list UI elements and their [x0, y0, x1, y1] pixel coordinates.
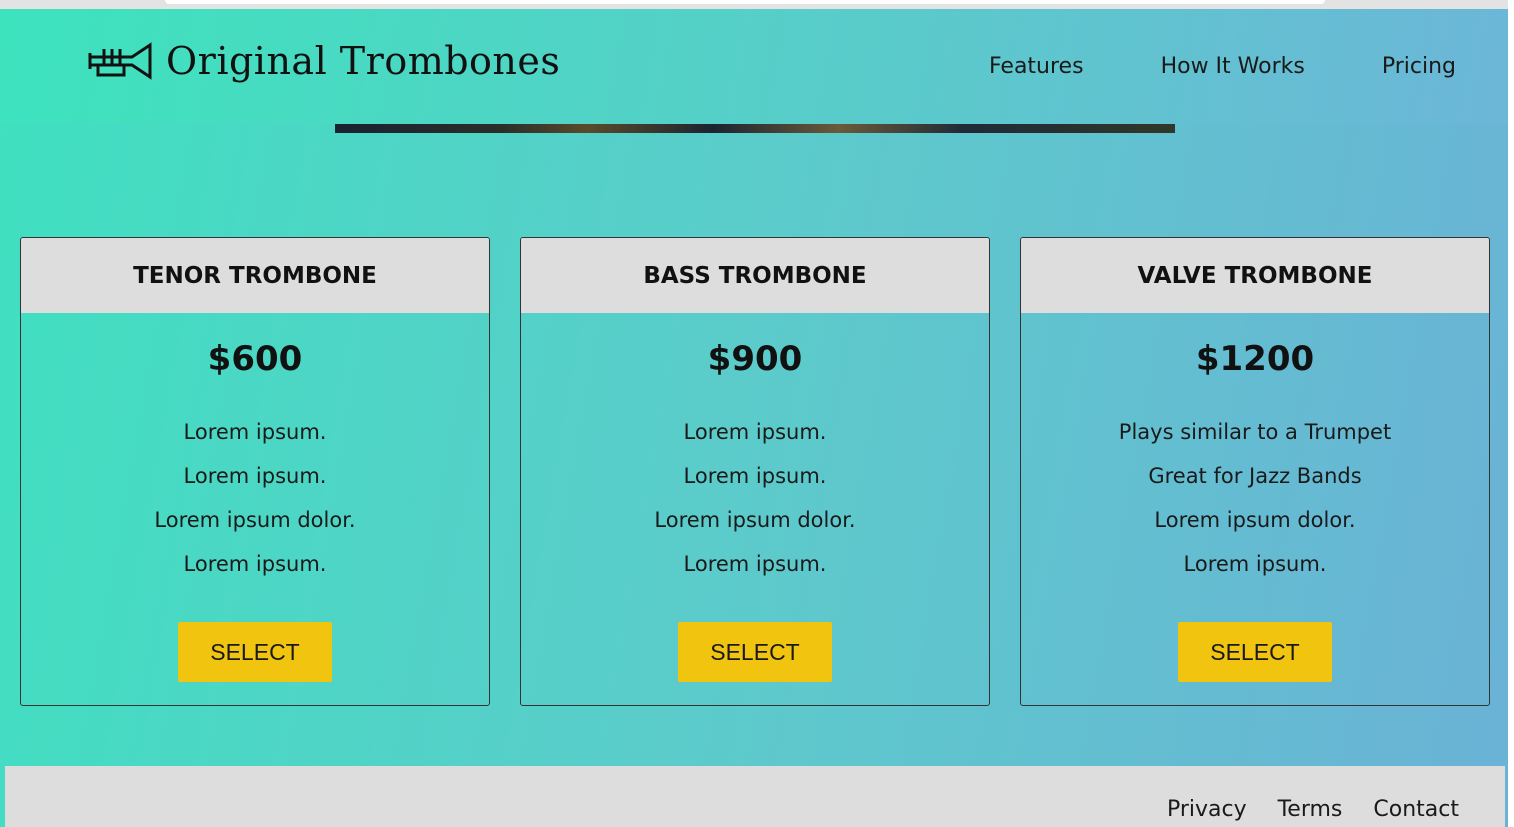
feature-item: Lorem ipsum.	[183, 464, 327, 488]
card-title: TENOR TROMBONE	[21, 238, 489, 313]
feature-item: Plays similar to a Trumpet	[1118, 420, 1392, 444]
site-header: Original Trombones Features How It Works…	[0, 9, 1508, 124]
card-price: $600	[207, 339, 303, 379]
select-button-bass[interactable]: SELECT	[678, 622, 832, 682]
hero-image	[335, 124, 1175, 133]
feature-item: Lorem ipsum.	[683, 464, 827, 488]
brand-logo[interactable]: Original Trombones	[88, 39, 560, 83]
scrollbar-gutter	[1508, 0, 1514, 827]
browser-top-edge	[0, 0, 1508, 9]
feature-item: Great for Jazz Bands	[1148, 464, 1362, 488]
footer-link-privacy[interactable]: Privacy	[1167, 797, 1247, 822]
feature-list: Plays similar to a Trumpet Great for Jaz…	[1021, 413, 1489, 589]
feature-item: Lorem ipsum dolor.	[1154, 508, 1356, 532]
feature-list: Lorem ipsum. Lorem ipsum. Lorem ipsum do…	[521, 413, 989, 589]
footer-link-terms[interactable]: Terms	[1278, 797, 1343, 822]
card-price: $1200	[1195, 339, 1315, 379]
feature-item: Lorem ipsum.	[183, 552, 327, 576]
brand-name: Original Trombones	[166, 39, 561, 83]
nav-pricing[interactable]: Pricing	[1382, 54, 1456, 79]
feature-item: Lorem ipsum.	[183, 420, 327, 444]
pricing-card-bass: BASS TROMBONE $900 Lorem ipsum. Lorem ip…	[520, 237, 990, 706]
card-price: $900	[707, 339, 803, 379]
footer-links: Privacy Terms Contact	[1136, 797, 1459, 822]
feature-item: Lorem ipsum dolor.	[154, 508, 356, 532]
card-title: VALVE TROMBONE	[1021, 238, 1489, 313]
site-footer: Privacy Terms Contact	[5, 766, 1505, 827]
feature-item: Lorem ipsum.	[683, 552, 827, 576]
feature-item: Lorem ipsum.	[683, 420, 827, 444]
nav-how-it-works[interactable]: How It Works	[1161, 54, 1305, 79]
select-button-tenor[interactable]: SELECT	[178, 622, 332, 682]
footer-link-contact[interactable]: Contact	[1373, 797, 1459, 822]
trumpet-icon	[88, 42, 152, 80]
main-nav: Features How It Works Pricing	[912, 54, 1456, 79]
card-title: BASS TROMBONE	[521, 238, 989, 313]
feature-list: Lorem ipsum. Lorem ipsum. Lorem ipsum do…	[21, 413, 489, 589]
feature-item: Lorem ipsum.	[1183, 552, 1327, 576]
nav-features[interactable]: Features	[989, 54, 1084, 79]
select-button-valve[interactable]: SELECT	[1178, 622, 1332, 682]
feature-item: Lorem ipsum dolor.	[654, 508, 856, 532]
pricing-card-valve: VALVE TROMBONE $1200 Plays similar to a …	[1020, 237, 1490, 706]
pricing-card-tenor: TENOR TROMBONE $600 Lorem ipsum. Lorem i…	[20, 237, 490, 706]
